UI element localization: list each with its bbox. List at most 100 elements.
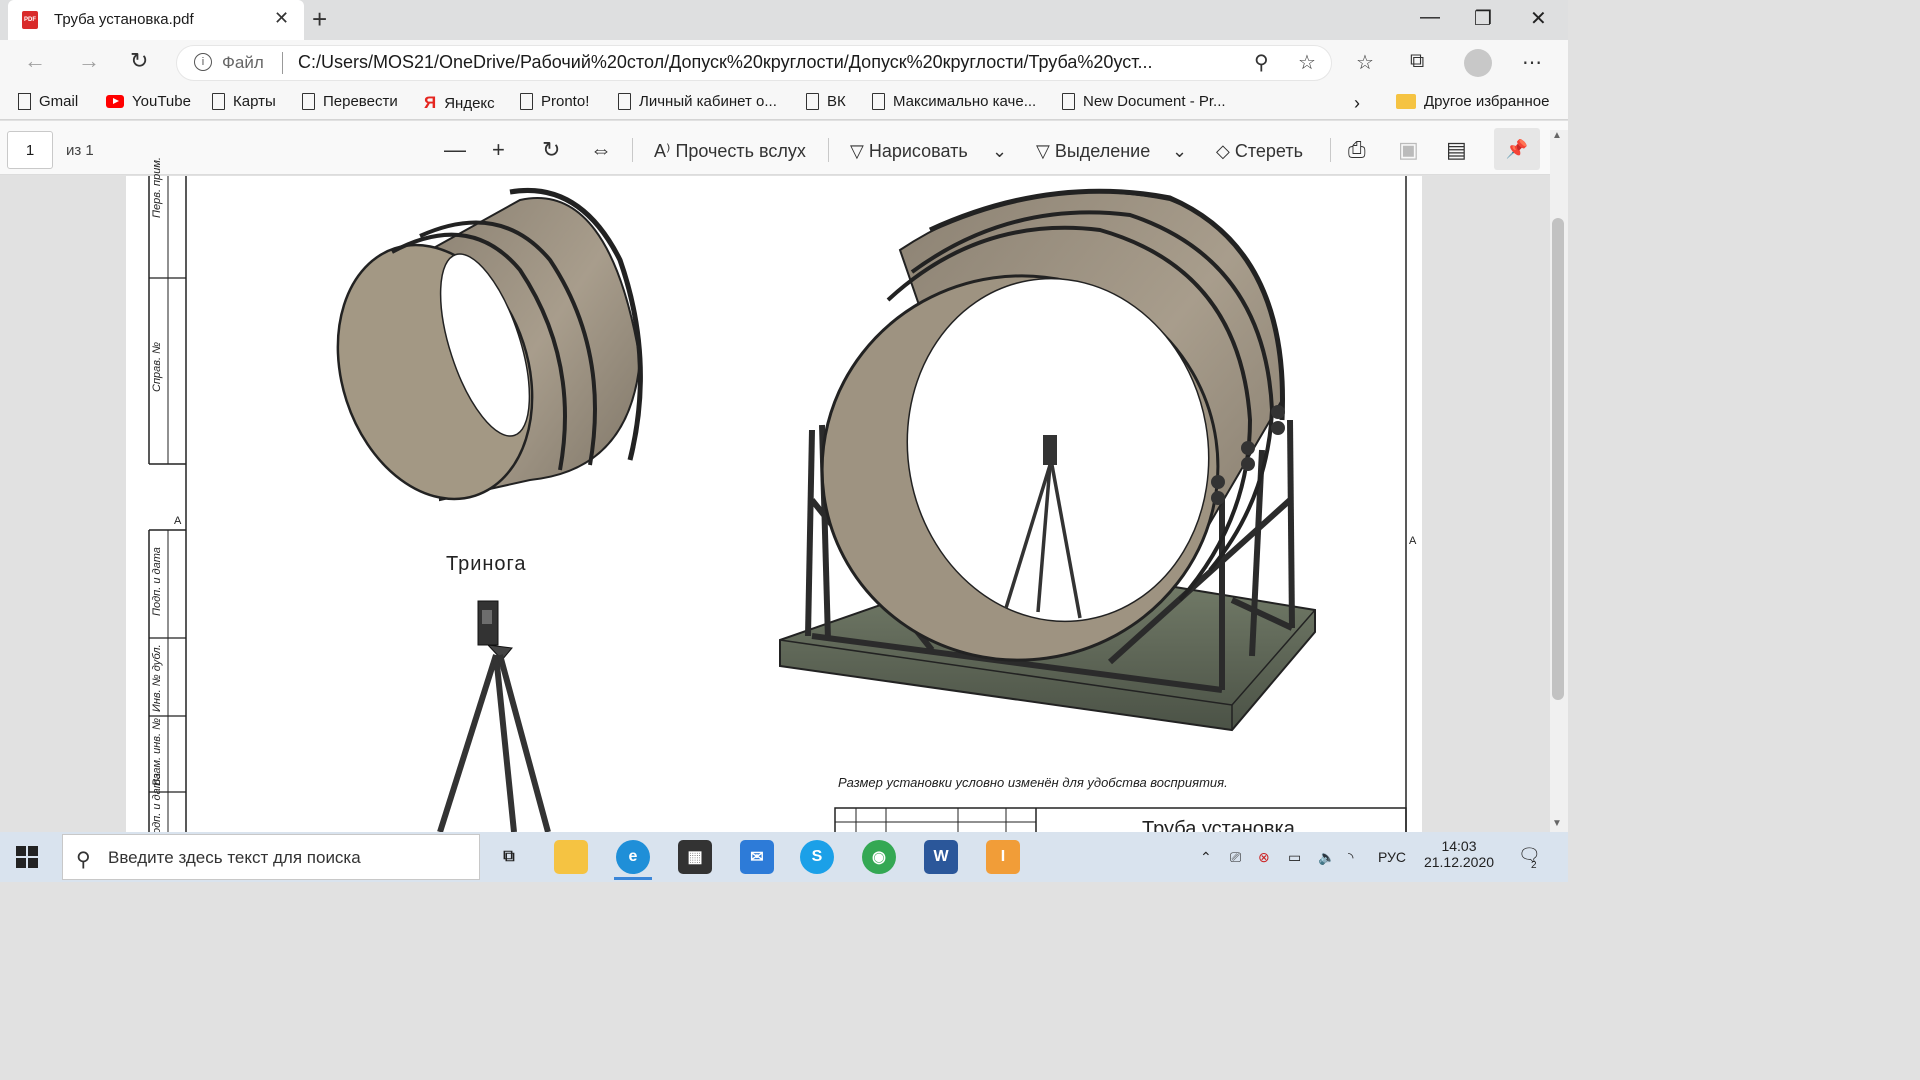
bookmark-cabinet[interactable]: Личный кабинет о... xyxy=(618,93,777,110)
refresh-icon[interactable]: ↻ xyxy=(130,48,148,74)
favorites-icon[interactable]: ☆ xyxy=(1356,50,1374,75)
page-icon xyxy=(618,93,631,110)
error-icon[interactable]: ⊗ xyxy=(1258,849,1270,866)
highlighter-icon: ▽ xyxy=(1036,141,1055,161)
drawing-note: Размер установки условно изменён для удо… xyxy=(838,775,1228,790)
side-label: Справ. № xyxy=(151,342,163,392)
draw-button[interactable]: ▽ Нарисовать xyxy=(850,141,968,162)
volume-icon[interactable]: 🔈 xyxy=(1318,849,1335,866)
page-number-input[interactable]: 1 xyxy=(7,131,53,169)
fit-page-icon[interactable]: ⇔ xyxy=(590,137,612,163)
address-url[interactable]: C:/Users/MOS21/OneDrive/Рабочий%20стол/Д… xyxy=(298,52,1228,73)
search-placeholder: Введите здесь текст для поиска xyxy=(108,848,361,867)
skype-icon[interactable]: S xyxy=(800,840,834,874)
search-icon: ⚲ xyxy=(76,849,91,871)
erase-button[interactable]: ◇ Стереть xyxy=(1216,141,1303,162)
highlight-button[interactable]: ▽ Выделение xyxy=(1036,141,1150,162)
profile-avatar[interactable] xyxy=(1464,49,1492,77)
side-label: Инв. № дубл. xyxy=(151,644,163,712)
zoom-in-icon[interactable]: + xyxy=(492,137,505,163)
page-icon xyxy=(872,93,885,110)
chevron-right-icon[interactable]: › xyxy=(1354,93,1360,114)
pipe-installation xyxy=(779,188,1316,732)
side-label: Подп. и дата xyxy=(151,547,163,616)
minimize-icon[interactable]: — xyxy=(1420,6,1440,29)
tripod-left xyxy=(437,600,551,832)
store-icon[interactable]: ▦ xyxy=(678,840,712,874)
yandex-icon: Я xyxy=(424,93,437,112)
star-icon[interactable]: ☆ xyxy=(1298,50,1316,75)
file-explorer-icon[interactable] xyxy=(554,840,588,874)
collections-icon[interactable]: ⧉ xyxy=(1410,50,1424,73)
bookmark-translate[interactable]: Перевести xyxy=(302,93,398,110)
window-close-icon[interactable]: ✕ xyxy=(1530,6,1547,31)
language-indicator[interactable]: РУС xyxy=(1378,849,1406,865)
wifi-icon[interactable]: ◝ xyxy=(1348,849,1353,866)
pen-icon: ▽ xyxy=(850,141,869,161)
address-divider xyxy=(282,52,283,74)
pdf-icon: PDF xyxy=(22,11,38,29)
chevron-up-icon[interactable]: ⌃ xyxy=(1200,849,1212,866)
rotate-icon[interactable]: ↻ xyxy=(542,137,560,163)
notification-count: 2 xyxy=(1531,860,1537,871)
page-icon xyxy=(302,93,315,110)
bookmark-pronto[interactable]: Pronto! xyxy=(520,93,589,110)
zoom-out-icon[interactable]: — xyxy=(444,137,466,163)
edge-icon[interactable]: e xyxy=(616,840,650,874)
chevron-down-icon[interactable]: ⌄ xyxy=(1172,141,1187,162)
page-count: из 1 xyxy=(66,142,94,159)
read-aloud-icon: A⁾ xyxy=(654,141,676,161)
zoom-icon[interactable]: ⚲ xyxy=(1254,50,1269,75)
chevron-down-icon[interactable]: ⌄ xyxy=(992,141,1007,162)
bookmark-maps[interactable]: Карты xyxy=(212,93,276,110)
side-label: Перв. прим. xyxy=(151,157,163,218)
close-tab-icon[interactable]: ✕ xyxy=(274,8,289,29)
task-view-icon[interactable]: ⧉ xyxy=(492,840,526,874)
zone-mark: А xyxy=(174,515,182,527)
back-icon[interactable]: ← xyxy=(24,48,46,74)
scrollbar-thumb[interactable] xyxy=(1552,218,1564,700)
info-icon[interactable]: i xyxy=(194,53,212,71)
bookmark-other[interactable]: Другое избранное xyxy=(1396,93,1549,110)
windows-start-icon[interactable] xyxy=(16,846,38,868)
bookmark-youtube[interactable]: YouTube xyxy=(106,93,191,110)
mail-icon[interactable]: ✉ xyxy=(740,840,774,874)
word-icon[interactable]: W xyxy=(924,840,958,874)
chrome-icon[interactable]: ◉ xyxy=(862,840,896,874)
technical-drawing xyxy=(148,176,1407,832)
bookmark-gmail[interactable]: Gmail xyxy=(18,93,78,110)
more-icon[interactable]: ⋯ xyxy=(1522,50,1542,75)
save-icon[interactable]: ▣ xyxy=(1398,137,1419,163)
notifications-icon[interactable]: 🗨 xyxy=(1518,845,1541,866)
page-icon xyxy=(1062,93,1075,110)
tab-title: Труба установка.pdf xyxy=(54,11,194,28)
new-tab-icon[interactable]: + xyxy=(312,4,327,35)
print-icon[interactable]: ⎙ xyxy=(1348,137,1366,163)
clock-time: 14:03 xyxy=(1441,838,1477,854)
scroll-down-icon[interactable]: ▼ xyxy=(1552,818,1562,829)
bookmark-max[interactable]: Максимально каче... xyxy=(872,93,1036,110)
zone-mark: А xyxy=(1409,535,1417,547)
bookmark-yandex[interactable]: Я Яндекс xyxy=(424,93,495,113)
forward-icon[interactable]: → xyxy=(78,48,100,74)
battery-icon[interactable]: ▭ xyxy=(1288,849,1301,866)
restore-icon[interactable]: ❐ xyxy=(1474,6,1492,31)
clock[interactable]: 14:03 21.12.2020 xyxy=(1422,838,1496,870)
page-icon xyxy=(806,93,819,110)
save-as-icon[interactable]: ▤ xyxy=(1446,137,1467,163)
page-icon xyxy=(212,93,225,110)
bookmark-newdoc[interactable]: New Document - Pr... xyxy=(1062,93,1226,110)
address-scheme: Файл xyxy=(222,53,264,72)
page-icon xyxy=(520,93,533,110)
tripod-caption: Тринога xyxy=(446,553,527,575)
app-icon[interactable]: I xyxy=(986,840,1020,874)
bookmark-vk[interactable]: ВК xyxy=(806,93,846,110)
read-aloud-button[interactable]: A⁾ Прочесть вслух xyxy=(654,141,806,162)
network-icon[interactable]: ⎚ xyxy=(1230,849,1241,866)
pin-toolbar-icon[interactable]: 📌 xyxy=(1494,128,1540,170)
title-block-text: Труба установка xyxy=(1142,818,1295,832)
page-icon xyxy=(18,93,31,110)
scroll-up-icon[interactable]: ▲ xyxy=(1552,130,1562,141)
folder-icon xyxy=(1396,94,1416,109)
youtube-icon xyxy=(106,95,124,108)
